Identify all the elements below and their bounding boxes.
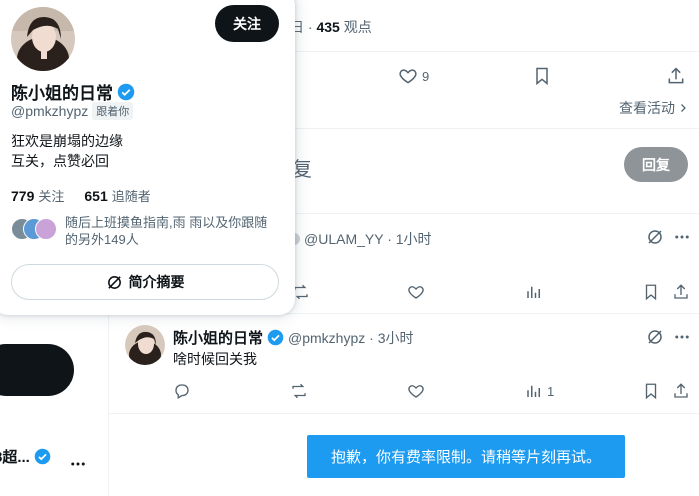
bookmark-button[interactable] <box>642 379 660 403</box>
avatar[interactable] <box>125 325 165 365</box>
views-button[interactable]: 1 <box>525 379 554 403</box>
like-button[interactable] <box>407 379 425 403</box>
view-activity-link[interactable]: 查看活动 <box>619 98 689 118</box>
verified-icon <box>117 83 135 101</box>
hover-card-stats: 779 关注 651 追随者 <box>11 186 151 205</box>
divider <box>108 413 699 414</box>
tweet1-meta: @ULAM_YY · 1小时 <box>287 229 432 249</box>
share-button[interactable] <box>666 64 686 88</box>
share-icon <box>666 66 686 86</box>
more-icon <box>673 328 691 346</box>
account-name: 8超... <box>0 449 30 466</box>
retweet-icon <box>290 382 308 400</box>
bookmark-icon <box>642 382 660 400</box>
hover-card-name-row: 陈小姐的日常 <box>11 79 135 104</box>
followers-label: 追随者 <box>111 189 151 204</box>
comment-icon <box>173 382 191 400</box>
tweet2-handle-time[interactable]: @pmkzhypz · 3小时 <box>288 328 413 348</box>
chevron-right-icon <box>677 102 689 114</box>
analytics-icon <box>525 283 543 301</box>
bio-line: 狂欢是崩塌的边缘 <box>11 133 123 149</box>
grok-button[interactable] <box>646 328 664 351</box>
following-label: 关注 <box>38 189 65 204</box>
grok-button[interactable] <box>646 228 664 251</box>
tweet2-text: 啥时候回关我 <box>173 351 257 367</box>
post-meta: 日 · 435 观点 <box>290 17 372 37</box>
hover-card-avatar[interactable] <box>11 7 75 71</box>
heart-icon <box>407 283 425 301</box>
share-icon <box>672 283 690 301</box>
reply-action[interactable] <box>173 379 191 403</box>
follows-you-badge: 跟着你 <box>92 102 134 120</box>
bookmark-button[interactable] <box>532 64 552 88</box>
post-button[interactable] <box>0 344 74 396</box>
more-button[interactable] <box>673 328 691 351</box>
bookmark-icon <box>642 283 660 301</box>
following-stat[interactable]: 779 关注 <box>11 186 64 205</box>
like-button[interactable] <box>407 280 425 304</box>
views-count: 1 <box>547 383 555 399</box>
profile-summary-button[interactable]: 简介摘要 <box>11 264 279 300</box>
heart-icon <box>398 66 418 86</box>
hover-card-bio: 狂欢是崩塌的边缘 互关，点赞必回 <box>11 131 123 171</box>
more-icon <box>69 455 87 473</box>
hover-card-handle-row: @pmkzhypz 跟着你 <box>11 102 134 120</box>
followers-count: 651 <box>84 188 108 204</box>
hover-card-name[interactable]: 陈小姐的日常 <box>11 79 113 104</box>
tweet2-author-name[interactable]: 陈小姐的日常 <box>173 327 263 348</box>
tweet2-header: 陈小姐的日常 @pmkzhypz · 3小时 <box>173 327 413 348</box>
like-action[interactable]: 9 <box>398 64 429 88</box>
verified-icon <box>34 448 51 465</box>
reply-input-placeholder[interactable]: 复 <box>292 153 312 182</box>
bookmark-button[interactable] <box>642 280 660 304</box>
like-count: 9 <box>422 68 430 84</box>
followers-stat[interactable]: 651 追随者 <box>84 186 150 205</box>
followed-by[interactable]: 随后上班摸鱼指南,雨 雨以及你跟随的另外149人 <box>11 214 280 248</box>
views-label: 观点 <box>339 19 372 35</box>
grok-icon <box>646 228 664 246</box>
retweet-button[interactable] <box>290 379 308 403</box>
share-button[interactable] <box>672 379 690 403</box>
grok-icon <box>106 274 123 291</box>
following-count: 779 <box>11 188 35 204</box>
profile-hover-card: 关注 陈小姐的日常 @pmkzhypz 跟着你 狂欢是崩塌的边缘 互关，点赞必回… <box>0 0 295 315</box>
account-more-button[interactable] <box>69 455 87 478</box>
profile-summary-label: 简介摘要 <box>128 274 185 290</box>
tweet1-handle-time[interactable]: @ULAM_YY · 1小时 <box>304 229 432 249</box>
more-button[interactable] <box>673 228 691 251</box>
share-button[interactable] <box>672 280 690 304</box>
heart-icon <box>407 382 425 400</box>
bio-line: 互关，点赞必回 <box>11 153 109 169</box>
more-icon <box>673 228 691 246</box>
follow-button[interactable]: 关注 <box>215 5 279 42</box>
views-button[interactable] <box>525 280 543 304</box>
avatar <box>35 218 57 240</box>
views-count: 435 <box>316 19 340 35</box>
analytics-icon <box>525 382 543 400</box>
hover-card-handle[interactable]: @pmkzhypz <box>11 103 88 119</box>
verified-icon <box>267 329 284 346</box>
account-switcher[interactable]: 8超... <box>0 446 51 467</box>
rate-limit-banner[interactable]: 抱歉，你有费率限制。请稍等片刻再试。 <box>307 435 625 478</box>
view-activity-label: 查看活动 <box>619 100 675 116</box>
grok-icon <box>646 328 664 346</box>
reply-button[interactable]: 回复 <box>624 147 688 182</box>
share-icon <box>672 382 690 400</box>
bookmark-icon <box>532 66 552 86</box>
followed-by-text: 随后上班摸鱼指南,雨 雨以及你跟随的另外149人 <box>65 215 268 247</box>
follower-avatars <box>11 218 59 242</box>
